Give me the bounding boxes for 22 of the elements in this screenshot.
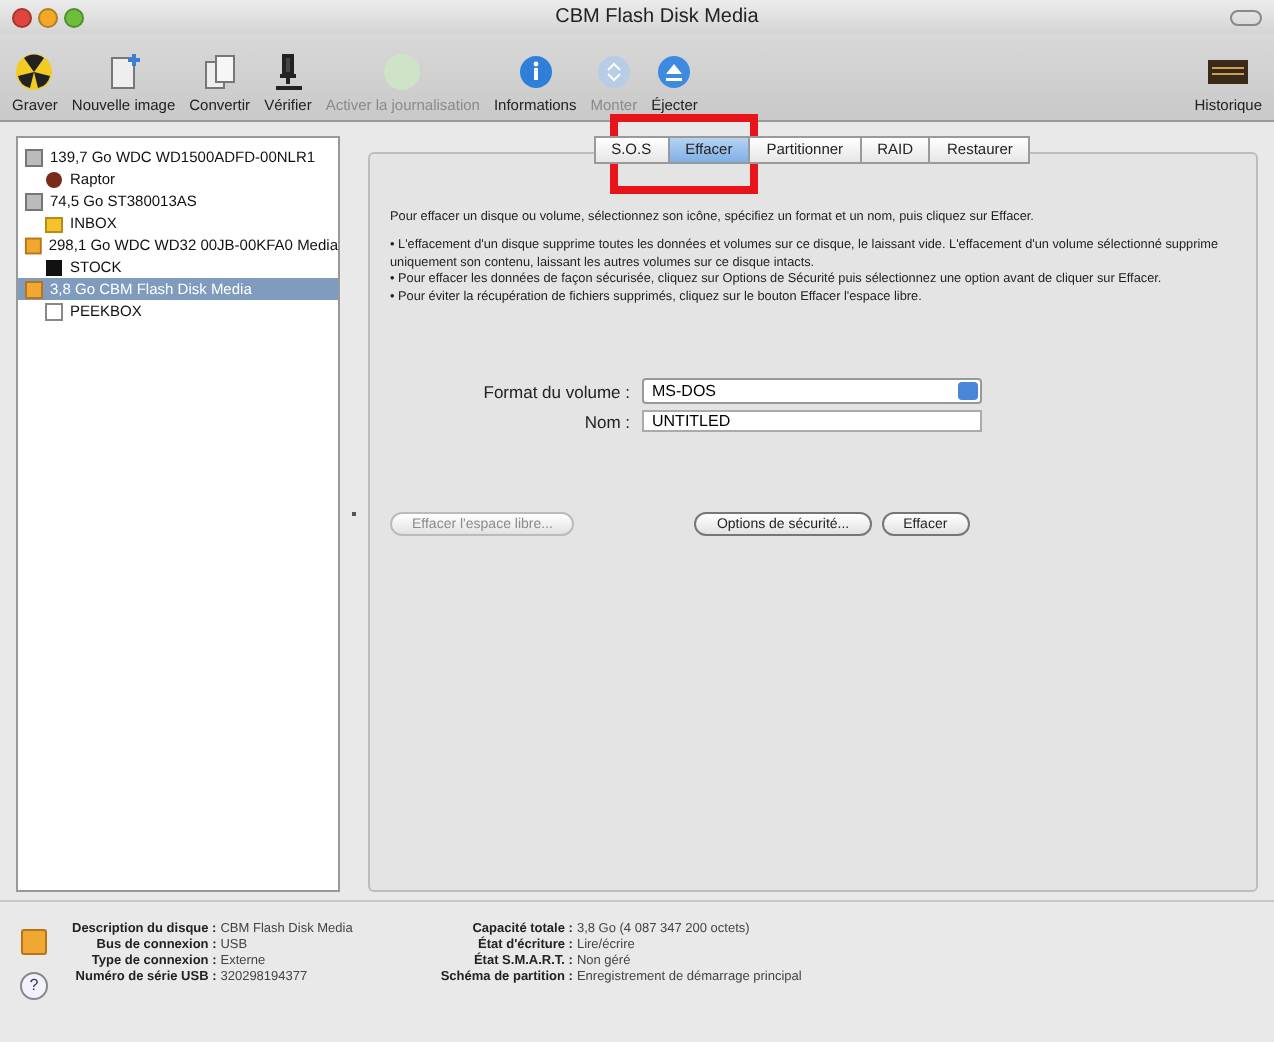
external-drive-icon: [20, 928, 48, 956]
zoom-icon[interactable]: [64, 7, 84, 27]
minimize-icon[interactable]: [38, 7, 58, 27]
field-label: Format du volume :: [481, 381, 630, 402]
hard-drive-icon: [24, 147, 44, 167]
volume-icon: [44, 301, 64, 321]
folder-icon: [44, 213, 64, 233]
stepper-icon: [958, 382, 978, 401]
help-button[interactable]: ?: [20, 972, 48, 1000]
volume-icon: [44, 169, 64, 189]
splitter-handle-icon[interactable]: [352, 512, 356, 516]
external-drive-icon: [24, 279, 44, 299]
field-label: Nom :: [582, 411, 630, 432]
hard-drive-icon: [24, 191, 44, 211]
window-title: CBM Flash Disk Media: [553, 6, 761, 28]
toolbar-toggle-icon[interactable]: [1230, 9, 1262, 25]
name-field[interactable]: UNTITLED: [642, 410, 982, 433]
format-select[interactable]: MS-DOS: [642, 378, 982, 405]
radiation-icon: [12, 52, 57, 92]
close-icon[interactable]: [12, 7, 32, 27]
volume-icon: [44, 257, 64, 277]
external-drive-icon: [24, 235, 43, 255]
